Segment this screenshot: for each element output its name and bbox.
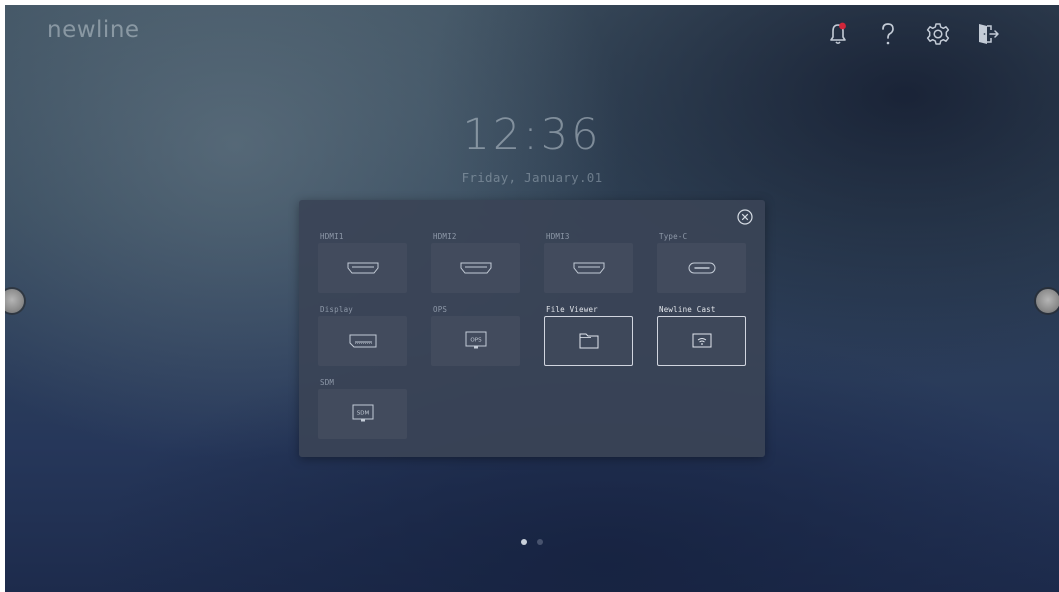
source-label: HDMI3 [546,232,570,241]
source-tile-ops[interactable]: OPS [431,316,520,366]
source-label: SDM [320,378,335,387]
source-label: File Viewer [546,305,598,314]
ops-icon: OPS [465,331,486,349]
newline-logo: newline [47,17,140,43]
hdmi-port-icon [347,262,378,274]
source-label: HDMI1 [320,232,344,241]
source-label: HDMI2 [433,232,457,241]
sdm-icon: SDM [352,404,373,422]
page-dot-2[interactable] [537,539,543,545]
exit-icon[interactable] [973,19,1003,49]
ops-icon-text: OPS [470,338,482,344]
hdmi-port-icon [460,262,491,274]
notification-dot [839,22,846,30]
help-icon[interactable] [873,19,903,49]
left-sidebar-handle[interactable] [5,289,24,313]
bell-icon[interactable] [823,19,853,49]
source-tile-file-viewer[interactable] [544,316,633,366]
input-source-panel: HDMI1 HDMI2 HDMI3 Type-C Display OPS OPS… [299,200,765,457]
source-tile-sdm[interactable]: SDM [318,389,407,439]
displayport-icon [349,334,376,348]
source-label: Type-C [659,232,688,241]
source-tile-display[interactable] [318,316,407,366]
right-sidebar-handle[interactable] [1036,289,1059,313]
source-label: Display [320,305,354,314]
clock-date: Friday, January.01 [461,170,603,185]
source-label: OPS [433,305,448,314]
source-tile-newline-cast[interactable] [657,316,746,366]
source-tile-hdmi1[interactable] [318,243,407,293]
source-label: Newline Cast [659,305,716,314]
page-dot-1[interactable] [521,539,527,545]
source-tile-hdmi2[interactable] [431,243,520,293]
hdmi-port-icon [573,262,604,274]
gear-icon[interactable] [923,19,953,49]
cast-icon [692,333,711,348]
sdm-icon-text: SDM [356,411,369,417]
source-tile-type-c[interactable] [657,243,746,293]
source-tile-hdmi3[interactable] [544,243,633,293]
folder-icon [579,333,598,349]
close-icon[interactable] [736,208,754,226]
home-screen: newline 12:36 Friday, January.01 HDMI1 H… [5,5,1059,592]
usb-c-port-icon [688,262,715,274]
clock-time: 12:36 [462,110,602,160]
